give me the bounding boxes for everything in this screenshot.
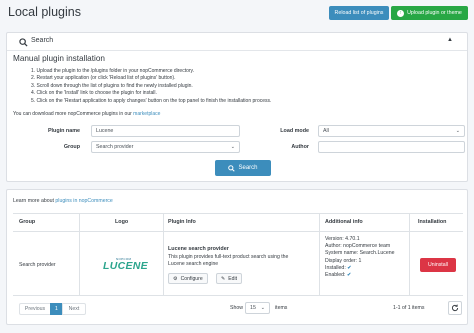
install-step: 3. Scroll down through the list of plugi…: [31, 82, 193, 89]
load-mode-select[interactable]: All ⌄: [318, 125, 465, 137]
group-label: Group: [63, 144, 80, 150]
column-divider: [163, 213, 164, 296]
download-text: You can download more nopCommerce plugin…: [13, 111, 132, 117]
chevron-down-icon: ⌄: [260, 305, 265, 311]
search-icon: [19, 38, 28, 47]
search-panel-header[interactable]: Search ▲: [7, 33, 467, 51]
plugins-docs-link[interactable]: plugins in nopCommerce: [55, 198, 112, 204]
check-icon: ✔: [347, 264, 352, 271]
refresh-button[interactable]: [448, 301, 462, 315]
author-input[interactable]: [318, 141, 465, 153]
enabled-status: Enabled: ✔: [325, 272, 395, 279]
column-divider: [79, 213, 80, 296]
download-more-text: You can download more nopCommerce plugin…: [13, 111, 160, 117]
search-button-label: Search: [238, 165, 258, 171]
install-step: 1. Upload the plugin to the /plugins fol…: [31, 68, 195, 74]
plugin-name: Lucene search provider: [168, 246, 229, 252]
table-top-border: [13, 213, 463, 214]
row-group: Search provider: [19, 262, 56, 268]
pager-next-button[interactable]: Next: [62, 303, 86, 315]
plugin-author: Author: nopCommerce team: [325, 243, 391, 250]
install-steps: 1. Upload the plugin to the /plugins fol…: [31, 68, 271, 105]
column-divider: [319, 213, 320, 296]
table-bottom-border: [13, 295, 463, 296]
learn-more-text: Learn more about plugins in nopCommerce: [13, 198, 113, 204]
column-header-logo: Logo: [115, 219, 129, 225]
check-icon: ✔: [346, 272, 352, 279]
show-label: Show: [230, 305, 243, 311]
load-mode-label: Load mode: [280, 128, 309, 134]
column-header-group: Group: [19, 219, 36, 225]
search-icon: [228, 164, 236, 172]
marketplace-link[interactable]: marketplace: [133, 111, 160, 117]
table-header-border: [13, 231, 463, 232]
items-label: items: [275, 305, 288, 311]
plugin-name-label: Plugin name: [47, 128, 80, 134]
install-step: 5. Click on the 'Restart application to …: [31, 97, 272, 104]
column-header-installation: Installation: [418, 219, 447, 225]
column-header-plugin-info: Plugin Info: [168, 219, 196, 225]
configure-button[interactable]: ⚙ Configure: [168, 273, 208, 284]
installed-label: Installed:: [325, 264, 346, 271]
installed-status: Installed: ✔: [325, 265, 395, 272]
page-header: Local plugins Reload list of plugins ↑ U…: [0, 0, 474, 28]
uninstall-button[interactable]: Uninstall: [420, 258, 456, 272]
search-panel-label: Search: [31, 37, 54, 44]
gear-icon: ⚙: [173, 275, 178, 282]
upload-plugin-label: Upload plugin or theme: [407, 10, 462, 16]
collapse-caret-icon[interactable]: ▲: [447, 37, 453, 43]
column-divider: [409, 213, 410, 296]
load-mode-value: All: [323, 128, 329, 134]
search-button[interactable]: Search: [215, 160, 271, 176]
plugin-system-name: System name: Search.Lucene: [325, 250, 395, 257]
pencil-icon: ✎: [221, 275, 226, 282]
pager-previous-button[interactable]: Previous: [19, 303, 51, 315]
chevron-down-icon: ⌄: [230, 144, 235, 150]
upload-icon: ↑: [397, 9, 405, 17]
page-title: Local plugins: [8, 5, 81, 19]
plugin-version: Version: 4.70.1: [325, 236, 360, 242]
author-label: Author: [291, 144, 309, 150]
plugin-display-order: Display order: 1: [325, 257, 362, 264]
reload-plugins-button[interactable]: Reload list of plugins: [329, 6, 389, 20]
refresh-icon: [451, 304, 459, 312]
learn-more-prefix: Learn more about: [13, 198, 54, 204]
chevron-down-icon: ⌄: [455, 128, 460, 134]
plugins-table-panel: Learn more about plugins in nopCommerce …: [6, 189, 468, 325]
search-panel: Search ▲ Manual plugin installation 1. U…: [6, 32, 468, 182]
plugin-description: This plugin provides full-text product s…: [168, 254, 289, 267]
edit-label: Edit: [228, 275, 238, 282]
page-size-select[interactable]: 15 ⌄: [245, 302, 270, 314]
upload-plugin-button[interactable]: ↑ Upload plugin or theme: [391, 6, 468, 20]
lucene-logo: NOPCOM LUCENE: [97, 257, 149, 273]
group-value: Search provider: [96, 144, 134, 150]
configure-label: Configure: [180, 275, 203, 282]
install-step: 2. Restart your application (or click 'R…: [31, 75, 176, 82]
edit-button[interactable]: ✎ Edit: [216, 273, 243, 284]
page-size-value: 15: [250, 305, 256, 311]
additional-info: Version: 4.70.1 Author: nopCommerce team…: [325, 236, 395, 279]
manual-install-title: Manual plugin installation: [13, 54, 105, 63]
enabled-label: Enabled:: [325, 272, 346, 279]
column-header-additional-info: Additional info: [325, 219, 363, 225]
group-select[interactable]: Search provider ⌄: [91, 141, 240, 153]
logo-big-text: LUCENE: [103, 260, 148, 272]
pager-summary: 1-1 of 1 items: [393, 305, 425, 311]
install-step: 4. Click on the 'Install' link to choose…: [31, 90, 157, 97]
plugin-name-input[interactable]: Lucene: [91, 125, 240, 137]
